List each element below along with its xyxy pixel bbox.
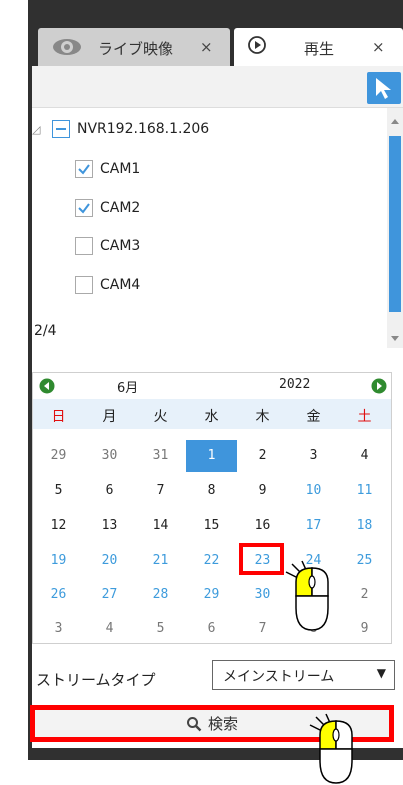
tab-live-view[interactable]: ライブ映像 × bbox=[38, 28, 230, 66]
tab-playback[interactable]: 再生 × bbox=[234, 28, 403, 66]
calendar-day[interactable]: 16 bbox=[237, 518, 288, 533]
calendar-year: 2022 bbox=[279, 377, 311, 392]
cam2-label: CAM2 bbox=[100, 200, 141, 216]
playback-icon bbox=[248, 36, 266, 54]
calendar-day[interactable]: 14 bbox=[135, 518, 186, 533]
collapse-icon[interactable]: ◿ bbox=[32, 123, 46, 136]
tree-root-label: NVR192.168.1.206 bbox=[77, 121, 210, 137]
tab-playback-close-icon[interactable]: × bbox=[372, 38, 385, 56]
calendar-day[interactable]: 8 bbox=[186, 483, 237, 498]
weekday-label: 金 bbox=[306, 409, 321, 425]
tree-item-cam3[interactable]: CAM3 bbox=[75, 237, 140, 255]
cam3-label: CAM3 bbox=[100, 238, 141, 254]
tree-item-cam2[interactable]: CAM2 bbox=[75, 199, 140, 217]
calendar-day[interactable]: 31 bbox=[135, 448, 186, 463]
calendar-day[interactable]: 3 bbox=[288, 448, 339, 463]
tree-item-cam1[interactable]: CAM1 bbox=[75, 160, 140, 178]
calendar-day[interactable]: 15 bbox=[186, 518, 237, 533]
calendar-day[interactable]: 9 bbox=[237, 483, 288, 498]
tree-root-nvr[interactable]: ◿ NVR192.168.1.206 bbox=[32, 120, 209, 138]
toolbar bbox=[32, 66, 403, 108]
prev-month-icon[interactable] bbox=[39, 378, 55, 394]
tree-item-cam4[interactable]: CAM4 bbox=[75, 276, 140, 294]
calendar-day[interactable]: 7 bbox=[237, 621, 288, 636]
mouse-click-icon bbox=[285, 560, 329, 631]
cam4-checkbox[interactable] bbox=[75, 276, 93, 294]
weekday-label: 土 bbox=[357, 409, 372, 425]
calendar-day[interactable]: 2 bbox=[237, 448, 288, 463]
weekday-label: 日 bbox=[51, 409, 66, 425]
cursor-arrow-icon bbox=[376, 78, 391, 99]
calendar-day[interactable]: 3 bbox=[33, 621, 84, 636]
calendar-header: 6月 2022 bbox=[33, 373, 391, 399]
calendar-day[interactable]: 21 bbox=[135, 553, 186, 568]
calendar-day[interactable]: 25 bbox=[339, 553, 390, 568]
calendar-day[interactable]: 28 bbox=[135, 587, 186, 602]
scroll-down-icon[interactable] bbox=[387, 330, 403, 346]
calendar-day[interactable]: 30 bbox=[237, 587, 288, 602]
root-partial-checkbox[interactable] bbox=[52, 120, 70, 138]
check-icon bbox=[78, 203, 90, 214]
calendar-day[interactable]: 23 bbox=[237, 553, 288, 568]
search-icon bbox=[186, 716, 202, 731]
calendar-day[interactable]: 2 bbox=[339, 587, 390, 602]
calendar-day[interactable]: 26 bbox=[33, 587, 84, 602]
calendar-month: 6月 bbox=[117, 381, 139, 396]
calendar-day[interactable]: 20 bbox=[84, 553, 135, 568]
check-icon bbox=[78, 164, 90, 175]
calendar-day[interactable]: 4 bbox=[339, 448, 390, 463]
cam3-checkbox[interactable] bbox=[75, 237, 93, 255]
stream-type-select[interactable]: メインストリーム ▼ bbox=[212, 660, 395, 690]
weekday-label: 木 bbox=[255, 409, 270, 425]
calendar-day[interactable]: 27 bbox=[84, 587, 135, 602]
mouse-click-icon bbox=[309, 713, 353, 784]
weekday-label: 月 bbox=[102, 409, 117, 425]
calendar-day[interactable]: 17 bbox=[288, 518, 339, 533]
tree-scrollbar[interactable] bbox=[387, 108, 403, 348]
cam4-label: CAM4 bbox=[100, 277, 141, 293]
calendar-day[interactable]: 22 bbox=[186, 553, 237, 568]
weekday-label: 火 bbox=[153, 409, 168, 425]
calendar-day[interactable]: 5 bbox=[33, 483, 84, 498]
calendar-day[interactable]: 18 bbox=[339, 518, 390, 533]
scrollbar-thumb[interactable] bbox=[389, 136, 401, 312]
scroll-up-icon[interactable] bbox=[387, 114, 403, 130]
calendar-day[interactable]: 6 bbox=[186, 621, 237, 636]
weekday-label: 水 bbox=[204, 409, 219, 425]
cursor-button[interactable] bbox=[367, 72, 401, 104]
calendar-day[interactable]: 10 bbox=[288, 483, 339, 498]
cam1-label: CAM1 bbox=[100, 161, 141, 177]
eye-icon bbox=[53, 39, 81, 55]
calendar-day[interactable]: 9 bbox=[339, 621, 390, 636]
dropdown-arrow-icon: ▼ bbox=[376, 666, 386, 680]
calendar-day[interactable]: 11 bbox=[339, 483, 390, 498]
device-tree: ◿ NVR192.168.1.206 CAM1 CAM2 CAM3 CAM4 bbox=[32, 108, 387, 348]
calendar-day[interactable]: 29 bbox=[186, 587, 237, 602]
calendar-day[interactable]: 30 bbox=[84, 448, 135, 463]
cam1-checkbox[interactable] bbox=[75, 160, 93, 178]
calendar-day[interactable]: 6 bbox=[84, 483, 135, 498]
stream-type-label: ストリームタイプ bbox=[36, 671, 156, 689]
calendar-day[interactable]: 13 bbox=[84, 518, 135, 533]
search-button-label: 検索 bbox=[207, 715, 238, 733]
tab-live-label: ライブ映像 bbox=[98, 40, 174, 58]
calendar-day[interactable]: 5 bbox=[135, 621, 186, 636]
tab-live-close-icon[interactable]: × bbox=[200, 38, 213, 56]
camera-count: 2/4 bbox=[34, 323, 57, 339]
calendar-day[interactable]: 7 bbox=[135, 483, 186, 498]
next-month-icon[interactable] bbox=[371, 378, 387, 394]
stream-type-value: メインストリーム bbox=[223, 669, 335, 685]
cam2-checkbox[interactable] bbox=[75, 199, 93, 217]
calendar-day[interactable]: 12 bbox=[33, 518, 84, 533]
calendar-day[interactable]: 19 bbox=[33, 553, 84, 568]
calendar-day[interactable]: 4 bbox=[84, 621, 135, 636]
calendar-day[interactable]: 1 bbox=[186, 448, 237, 463]
calendar-day[interactable]: 29 bbox=[33, 448, 84, 463]
tab-playback-label: 再生 bbox=[304, 40, 335, 58]
